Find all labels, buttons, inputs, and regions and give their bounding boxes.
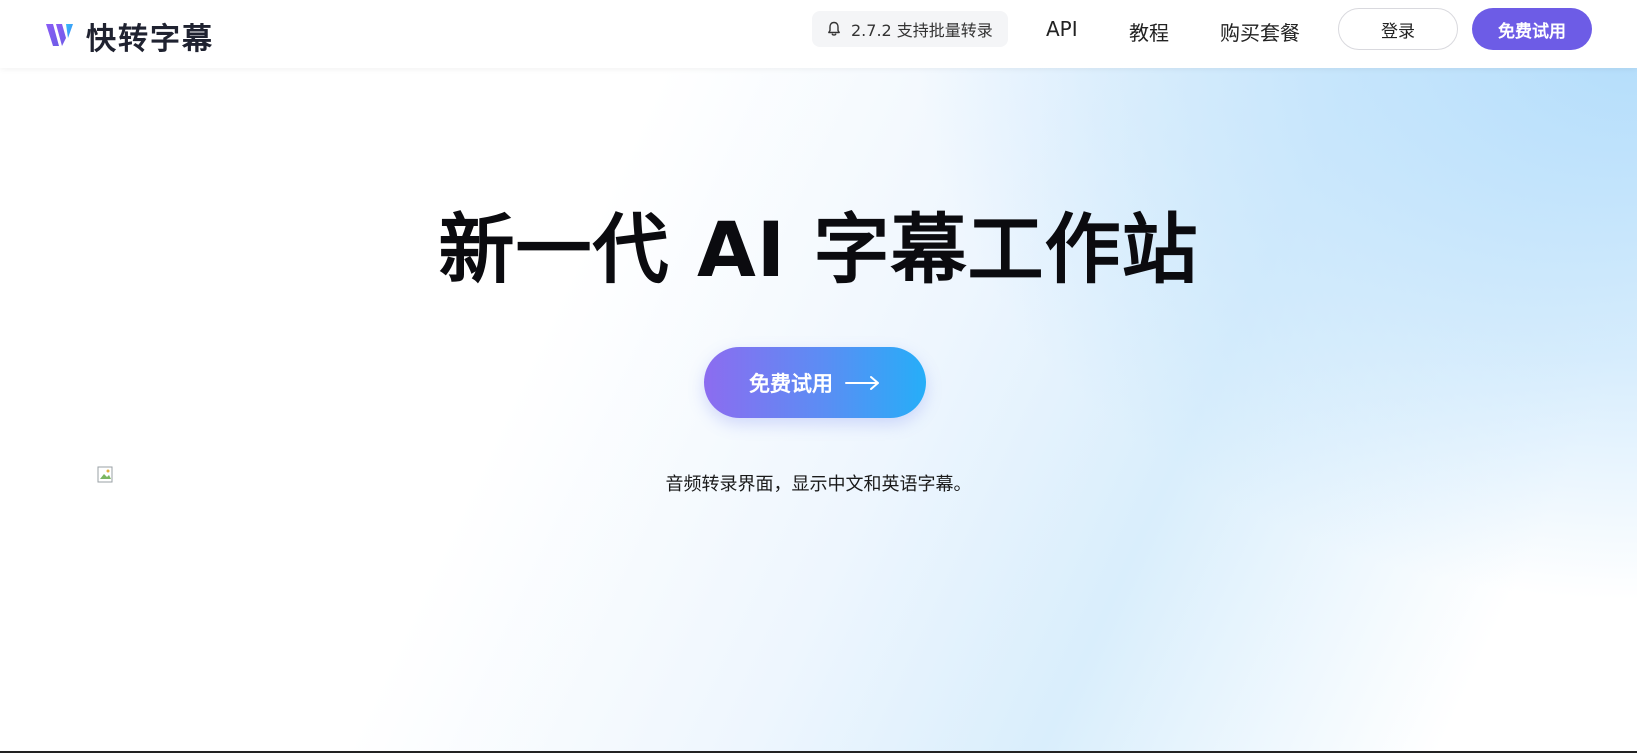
top-header: 快转字幕 2.7.2 支持批量转录 API 教程 购买套餐 登录 免费试用: [0, 0, 1637, 68]
image-caption: 音频转录界面，显示中文和英语字幕。: [665, 474, 972, 495]
version-badge[interactable]: 2.7.2 支持批量转录: [812, 11, 1008, 47]
nav-api[interactable]: API: [1046, 17, 1078, 41]
hero-free-trial-button[interactable]: 免费试用: [704, 347, 926, 418]
nav-tutorial[interactable]: 教程: [1129, 17, 1169, 46]
landing-page: 快转字幕 2.7.2 支持批量转录 API 教程 购买套餐 登录 免费试用 新一…: [0, 0, 1637, 753]
header-free-trial-button[interactable]: 免费试用: [1472, 8, 1592, 50]
bell-icon: [828, 21, 840, 36]
hero-title-block: 新一代 AI 字幕工作站: [424, 205, 1199, 295]
hero-title: 新一代 AI 字幕工作站: [438, 205, 1199, 294]
brand-logo[interactable]: 快转字幕: [44, 14, 214, 58]
brand-logo-icon: [46, 24, 73, 46]
hero-free-trial-label: 免费试用: [749, 371, 833, 396]
brand-name: 快转字幕: [86, 22, 214, 57]
hero-section: 新一代 AI 字幕工作站: [0, 205, 1637, 295]
arrow-right-icon: [845, 375, 879, 390]
nav-pricing[interactable]: 购买套餐: [1220, 17, 1300, 46]
version-badge-text: 2.7.2 支持批量转录: [851, 21, 993, 40]
login-button[interactable]: 登录: [1338, 8, 1458, 50]
